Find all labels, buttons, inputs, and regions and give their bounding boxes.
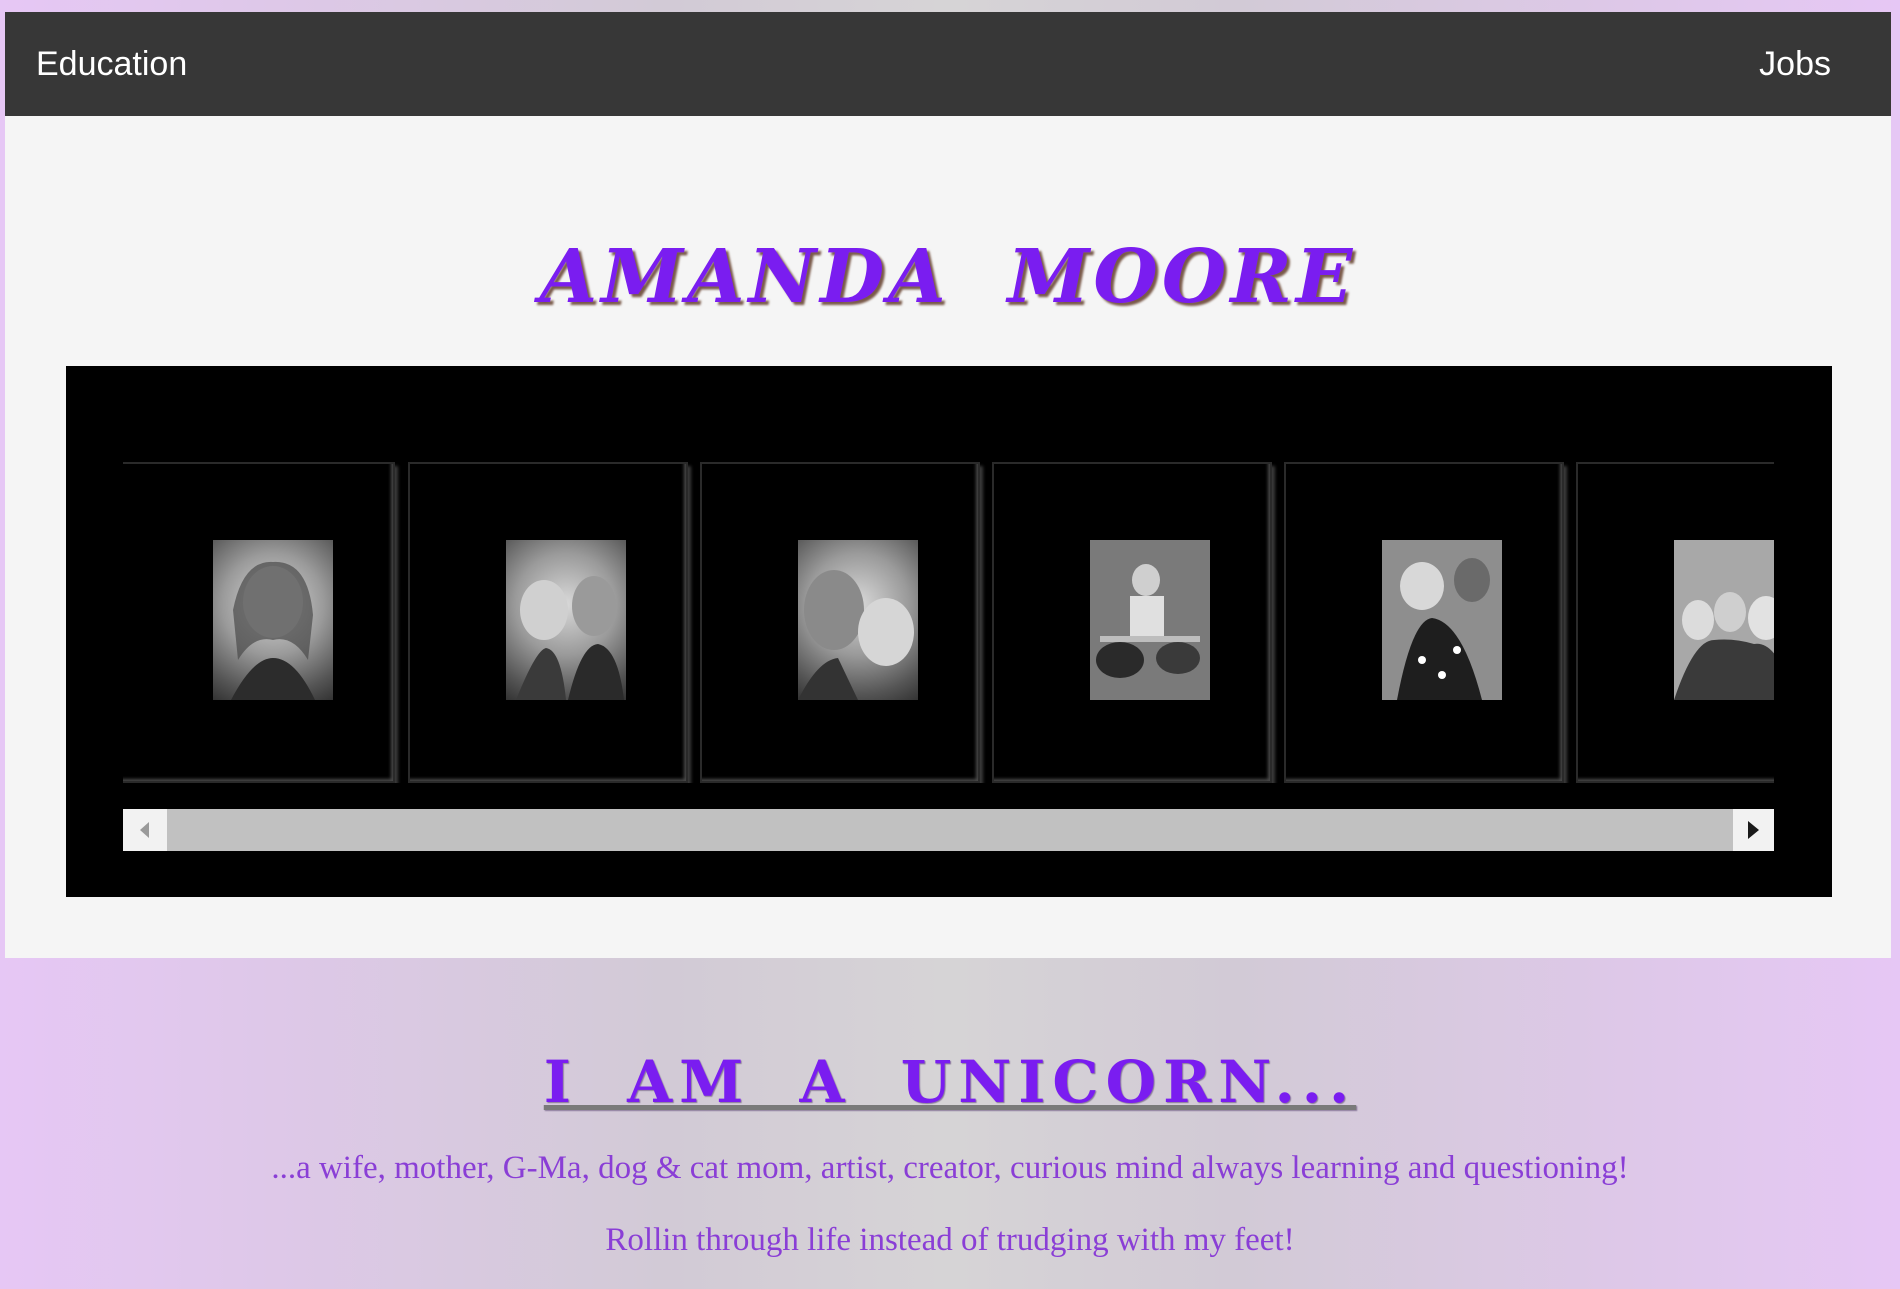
gallery-frame[interactable] <box>1284 462 1564 783</box>
couple-photo <box>506 540 626 700</box>
gallery-scrollbar[interactable] <box>123 809 1774 851</box>
scroll-right-button[interactable] <box>1732 809 1774 851</box>
about-heading-link[interactable]: I AM A UNICORN... <box>544 1048 1356 1116</box>
gallery-strip[interactable] <box>123 462 1774 783</box>
drummer-photo <box>1090 540 1210 700</box>
page-title: AMANDA MOORE <box>539 234 1357 320</box>
arrow-right-icon <box>1747 821 1759 839</box>
gallery-frame[interactable] <box>700 462 980 783</box>
about-line-1: ...a wife, mother, G-Ma, dog & cat mom, … <box>271 1150 1629 1186</box>
navbar: Education Jobs <box>5 12 1891 116</box>
child-photo <box>1382 540 1502 700</box>
about-line-2: Rollin through life instead of trudging … <box>605 1222 1295 1258</box>
selfie-photo <box>798 540 918 700</box>
scrollbar-thumb[interactable] <box>167 809 1733 851</box>
arrow-left-icon <box>139 822 149 838</box>
header-card: Education Jobs AMANDA MOORE <box>5 12 1891 958</box>
gallery-frame[interactable] <box>992 462 1272 783</box>
group-photo <box>1674 540 1774 700</box>
gallery-frame[interactable] <box>408 462 688 783</box>
page-top-strip <box>0 0 1900 12</box>
about-heading: I AM A UNICORN... <box>0 1048 1900 1116</box>
photo-gallery <box>66 366 1832 897</box>
gallery-frame[interactable] <box>1576 462 1774 783</box>
gallery-frame[interactable] <box>123 462 395 783</box>
nav-link-jobs[interactable]: Jobs <box>1759 12 1831 116</box>
scroll-left-button[interactable] <box>123 809 165 851</box>
nav-link-education[interactable]: Education <box>36 12 187 116</box>
portrait-photo <box>213 540 333 700</box>
